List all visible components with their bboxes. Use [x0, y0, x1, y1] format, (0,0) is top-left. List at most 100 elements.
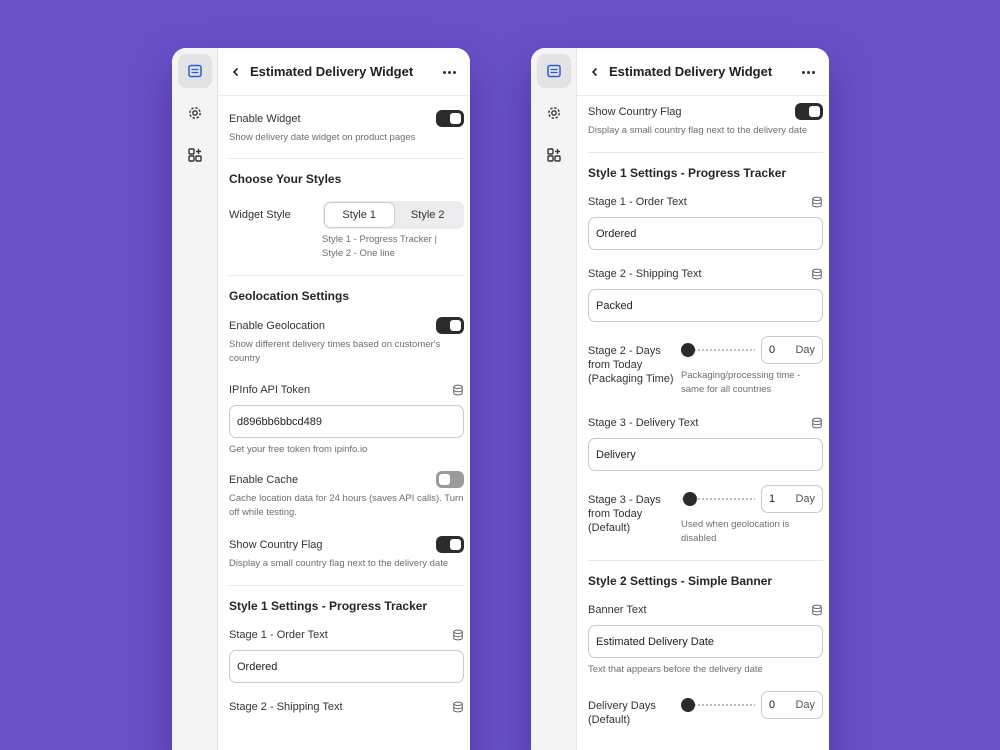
chevron-left-icon — [591, 67, 598, 77]
stage1-order-label: Stage 1 - Order Text — [588, 196, 687, 208]
database-icon — [453, 629, 463, 641]
database-icon — [453, 701, 463, 713]
enable-geolocation-label: Enable Geolocation — [229, 319, 326, 332]
show-country-flag-label: Show Country Flag — [229, 538, 323, 551]
section-title-style2: Style 2 Settings - Simple Banner — [588, 574, 773, 588]
rail-widget-button[interactable] — [178, 54, 212, 88]
stage3-delivery-label: Stage 3 - Delivery Text — [588, 417, 699, 429]
rail-apps-button[interactable] — [537, 138, 571, 172]
style-hint-line-1: Style 1 - Progress Tracker | — [322, 234, 437, 245]
gear-icon — [548, 107, 560, 119]
stage2-shipping-label: Stage 2 - Shipping Text — [588, 268, 702, 280]
ipinfo-token-label: IPInfo API Token — [229, 384, 311, 396]
enable-cache-hint: Cache location data for 24 hours (saves … — [229, 493, 464, 518]
stage2-days-unit: Day — [795, 344, 815, 356]
section-title-style1: Style 1 Settings - Progress Tracker — [229, 599, 428, 613]
stage2-shipping-label: Stage 2 - Shipping Text — [229, 701, 343, 713]
enable-widget-hint: Show delivery date widget on product pag… — [229, 132, 416, 143]
stage1-order-label: Stage 1 - Order Text — [229, 629, 328, 641]
delivery-days-slider[interactable] — [681, 698, 755, 712]
stage1-order-input[interactable]: Ordered — [588, 217, 823, 250]
stage3-days-slider[interactable] — [681, 492, 755, 506]
enable-widget-toggle[interactable] — [436, 110, 464, 127]
settings-content: Enable Widget Show delivery date widget … — [218, 96, 470, 750]
style-1-option[interactable]: Style 1 — [325, 203, 394, 227]
database-icon — [812, 196, 822, 208]
panel-header: Estimated Delivery Widget — [218, 48, 470, 96]
banner-text-label: Banner Text — [588, 604, 647, 616]
enable-geolocation-toggle[interactable] — [436, 317, 464, 334]
side-rail — [172, 48, 218, 750]
stage2-days-value: 0 — [769, 344, 776, 356]
ipinfo-token-input[interactable]: d896bb6bbcd489 — [229, 405, 464, 438]
stage3-days-value: 1 — [769, 493, 776, 505]
slider-thumb[interactable] — [683, 492, 697, 506]
section-title-style1: Style 1 Settings - Progress Tracker — [588, 166, 787, 180]
apps-add-icon — [188, 148, 202, 162]
stage2-shipping-input[interactable]: Packed — [588, 289, 823, 322]
settings-content: Show Country Flag Display a small countr… — [577, 96, 829, 750]
database-icon — [453, 384, 463, 396]
enable-cache-toggle[interactable] — [436, 471, 464, 488]
slider-thumb[interactable] — [681, 698, 695, 712]
style-2-option[interactable]: Style 2 — [394, 203, 463, 227]
section-title-styles: Choose Your Styles — [229, 172, 342, 186]
delivery-days-unit: Day — [795, 699, 815, 711]
stage2-days-slider[interactable] — [681, 343, 755, 357]
stage3-days-unit: Day — [795, 493, 815, 505]
stage2-days-label: Stage 2 - Days from Today (Packaging Tim… — [588, 345, 674, 385]
banner-text-input[interactable]: Estimated Delivery Date — [588, 625, 823, 658]
more-options-button[interactable] — [438, 62, 460, 82]
delivery-days-row: Delivery Days (Default) 0 Day — [588, 691, 823, 727]
stage3-delivery-input[interactable]: Delivery — [588, 438, 823, 471]
widget-style-hint: Style 1 - Progress Tracker | Style 2 - O… — [229, 233, 464, 261]
section-title-geolocation: Geolocation Settings — [229, 289, 350, 303]
calendar-list-icon — [547, 64, 561, 78]
stage1-order-input[interactable]: Ordered — [229, 650, 464, 683]
page-title: Estimated Delivery Widget — [609, 64, 773, 79]
more-options-button[interactable] — [797, 62, 819, 82]
show-country-flag-toggle[interactable] — [795, 103, 823, 120]
panel-header: Estimated Delivery Widget — [577, 48, 829, 96]
stage2-days-hint: Packaging/processing time - same for all… — [681, 370, 801, 395]
delivery-days-input[interactable]: 0 Day — [761, 691, 823, 719]
stage3-days-label: Stage 3 - Days from Today (Default) — [588, 494, 661, 534]
widget-style-label: Widget Style — [229, 209, 291, 221]
settings-panel-left: Estimated Delivery Widget Enable Widget … — [172, 48, 470, 750]
side-rail — [531, 48, 577, 750]
show-country-flag-label: Show Country Flag — [588, 105, 682, 118]
style-hint-line-2: Style 2 - One line — [322, 248, 395, 259]
stage2-days-row: Stage 2 - Days from Today (Packaging Tim… — [588, 336, 823, 397]
apps-add-icon — [547, 148, 561, 162]
gear-icon — [189, 107, 201, 119]
rail-apps-button[interactable] — [178, 138, 212, 172]
delivery-days-label: Delivery Days (Default) — [588, 700, 656, 726]
enable-geolocation-hint: Show different delivery times based on c… — [229, 339, 441, 364]
database-icon — [812, 417, 822, 429]
show-country-flag-hint: Display a small country flag next to the… — [229, 558, 449, 569]
delivery-days-value: 0 — [769, 699, 776, 711]
page-title: Estimated Delivery Widget — [250, 64, 414, 79]
database-icon — [812, 604, 822, 616]
widget-style-selector: Style 1 Style 2 — [323, 201, 464, 229]
rail-settings-button[interactable] — [537, 96, 571, 130]
rail-widget-button[interactable] — [537, 54, 571, 88]
show-country-flag-hint: Display a small country flag next to the… — [588, 125, 808, 136]
rail-settings-button[interactable] — [178, 96, 212, 130]
stage3-days-hint: Used when geolocation is disabled — [681, 519, 790, 544]
enable-widget-label: Enable Widget — [229, 112, 301, 125]
enable-cache-label: Enable Cache — [229, 473, 299, 486]
database-icon — [812, 268, 822, 280]
stage3-days-input[interactable]: 1 Day — [761, 485, 823, 513]
calendar-list-icon — [188, 64, 202, 78]
ipinfo-token-hint: Get your free token from ipinfo.io — [229, 444, 368, 455]
stage2-days-input[interactable]: 0 Day — [761, 336, 823, 364]
slider-thumb[interactable] — [681, 343, 695, 357]
settings-panel-right: Estimated Delivery Widget Show Country F… — [531, 48, 829, 750]
show-country-flag-toggle[interactable] — [436, 536, 464, 553]
back-button[interactable] — [226, 62, 246, 82]
back-button[interactable] — [585, 62, 605, 82]
stage3-days-row: Stage 3 - Days from Today (Default) 1 Da… — [588, 485, 823, 546]
chevron-left-icon — [232, 67, 239, 77]
banner-text-hint: Text that appears before the delivery da… — [588, 664, 763, 675]
